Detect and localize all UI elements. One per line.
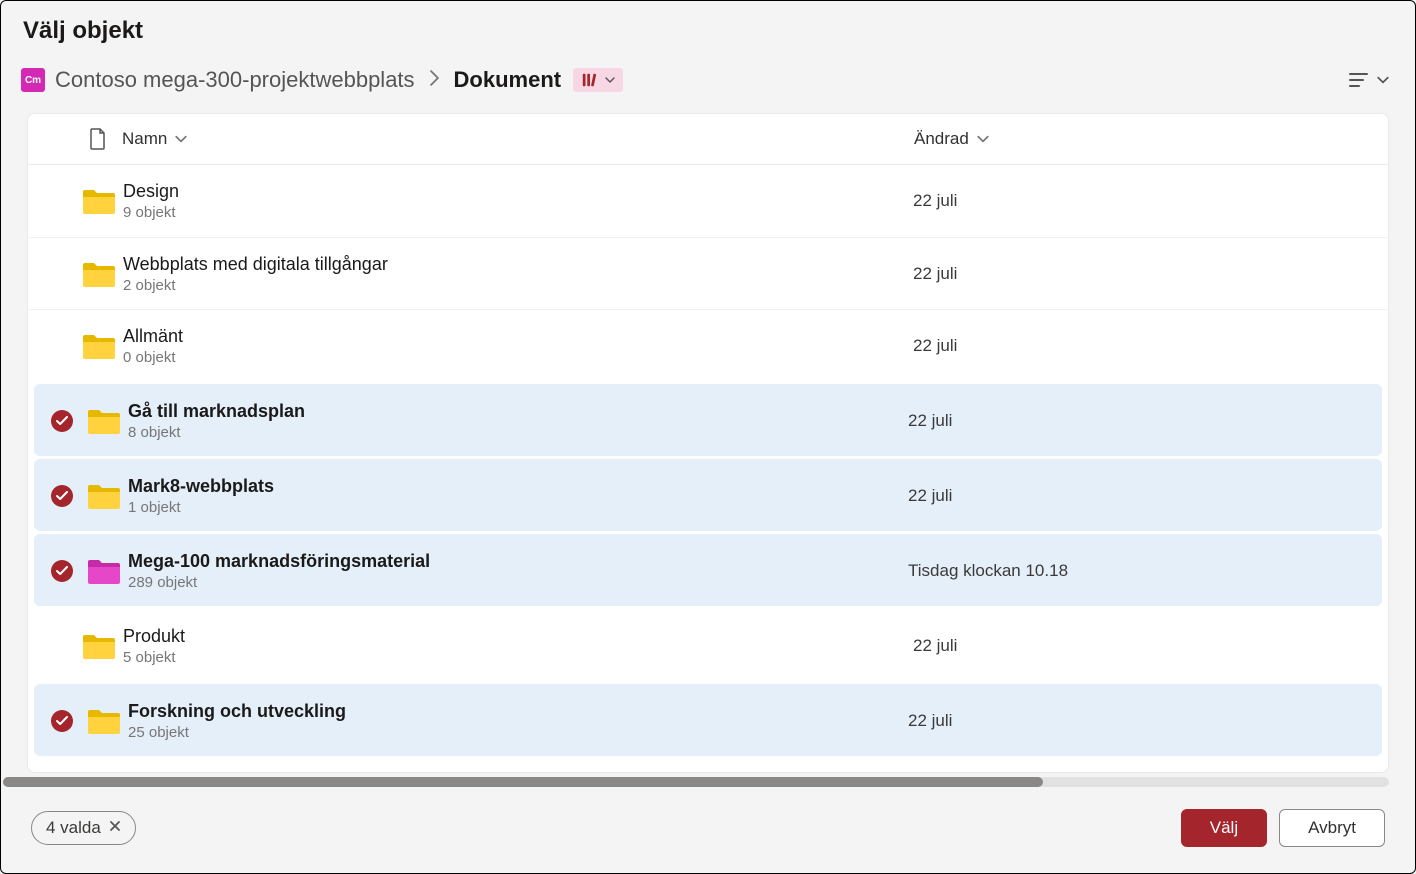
column-header-modified[interactable]: Ändrad xyxy=(914,129,1374,149)
row-name: Design xyxy=(123,181,913,202)
view-options-button[interactable] xyxy=(1343,67,1395,93)
row-name-cell[interactable]: Forskning och utveckling 25 objekt xyxy=(128,701,908,741)
clear-selection-icon[interactable] xyxy=(109,819,121,837)
library-icon xyxy=(581,71,599,89)
table-row[interactable]: Webbplats med digitala tillgångar 2 objek… xyxy=(29,237,1387,309)
row-checkbox[interactable] xyxy=(44,560,80,582)
folder-icon xyxy=(80,556,128,586)
chevron-down-icon xyxy=(175,135,187,143)
selection-count-pill[interactable]: 4 valda xyxy=(31,811,136,845)
dialog-title: Välj objekt xyxy=(1,1,1415,53)
row-modified: 22 juli xyxy=(913,636,1373,656)
row-item-count: 0 objekt xyxy=(123,349,913,366)
row-modified: Tisdag klockan 10.18 xyxy=(908,561,1368,581)
column-modified-label: Ändrad xyxy=(914,129,969,149)
row-item-count: 1 objekt xyxy=(128,499,908,516)
row-modified: 22 juli xyxy=(908,411,1368,431)
folder-icon xyxy=(80,406,128,436)
folder-icon xyxy=(80,481,128,511)
horizontal-scrollbar[interactable] xyxy=(3,777,1389,787)
table-row[interactable]: Produkt 5 objekt22 juli xyxy=(29,609,1387,681)
folder-icon xyxy=(75,631,123,661)
list-header: Namn Ändrad xyxy=(28,114,1388,165)
list-view-icon xyxy=(1349,71,1371,89)
row-item-count: 2 objekt xyxy=(123,277,913,294)
folder-icon xyxy=(75,186,123,216)
scrollbar-thumb[interactable] xyxy=(3,777,1043,787)
row-name: Produkt xyxy=(123,626,913,647)
row-item-count: 9 objekt xyxy=(123,204,913,221)
row-modified: 22 juli xyxy=(913,191,1373,211)
row-name-cell[interactable]: Webbplats med digitala tillgångar 2 objek… xyxy=(123,254,913,294)
column-header-name[interactable]: Namn xyxy=(122,129,914,149)
row-checkbox[interactable] xyxy=(44,410,80,432)
row-name-cell[interactable]: Design 9 objekt xyxy=(123,181,913,221)
table-row[interactable]: Gå till marknadsplan 8 objekt22 juli xyxy=(34,384,1382,456)
row-name-cell[interactable]: Mark8-webbplats 1 objekt xyxy=(128,476,908,516)
selected-check-icon[interactable] xyxy=(51,560,73,582)
selected-check-icon[interactable] xyxy=(51,710,73,732)
chevron-down-icon xyxy=(977,135,989,143)
chevron-down-icon xyxy=(1377,76,1389,84)
breadcrumb-site[interactable]: Contoso mega-300-projektwebbplats xyxy=(55,67,415,93)
folder-icon xyxy=(80,706,128,736)
row-name: Gå till marknadsplan xyxy=(128,401,908,422)
table-row[interactable]: Design 9 objekt22 juli xyxy=(29,165,1387,237)
dialog-footer: 4 valda Välj Avbryt xyxy=(1,787,1415,873)
column-name-label: Namn xyxy=(122,129,167,149)
table-row[interactable]: Allmänt 0 objekt22 juli xyxy=(29,309,1387,381)
row-modified: 22 juli xyxy=(908,486,1368,506)
row-modified: 22 juli xyxy=(908,711,1368,731)
row-checkbox[interactable] xyxy=(44,485,80,507)
file-list[interactable]: Namn Ändrad Design9 objekt22 juliWebbpla… xyxy=(27,113,1389,773)
folder-icon xyxy=(75,259,123,289)
selected-check-icon[interactable] xyxy=(51,485,73,507)
row-name: Allmänt xyxy=(123,326,913,347)
site-badge-icon: Cm xyxy=(21,68,45,92)
table-row[interactable]: Mark8-webbplats 1 objekt22 juli xyxy=(34,459,1382,531)
row-name: Webbplats med digitala tillgångar xyxy=(123,254,913,275)
row-name-cell[interactable]: Gå till marknadsplan 8 objekt xyxy=(128,401,908,441)
row-name-cell[interactable]: Mega-100 marknadsföringsmaterial 289 obje… xyxy=(128,551,908,591)
row-modified: 22 juli xyxy=(913,264,1373,284)
select-item-dialog: Välj objekt Cm Contoso mega-300-projektw… xyxy=(0,0,1416,874)
row-name-cell[interactable]: Allmänt 0 objekt xyxy=(123,326,913,366)
select-button[interactable]: Välj xyxy=(1181,809,1267,847)
row-item-count: 5 objekt xyxy=(123,649,913,666)
table-row[interactable]: Mega-100 marknadsföringsmaterial 289 obje… xyxy=(34,534,1382,606)
selection-count-label: 4 valda xyxy=(46,818,101,838)
row-item-count: 25 objekt xyxy=(128,724,908,741)
breadcrumb-current: Dokument xyxy=(454,67,562,93)
chevron-down-icon xyxy=(605,76,615,84)
row-modified: 22 juli xyxy=(913,336,1373,356)
file-type-icon xyxy=(89,128,107,150)
library-picker[interactable] xyxy=(573,68,623,92)
row-item-count: 8 objekt xyxy=(128,424,908,441)
folder-icon xyxy=(75,331,123,361)
cancel-button[interactable]: Avbryt xyxy=(1279,809,1385,847)
row-name: Mega-100 marknadsföringsmaterial xyxy=(128,551,908,572)
row-checkbox[interactable] xyxy=(44,710,80,732)
breadcrumb: Cm Contoso mega-300-projektwebbplats Dok… xyxy=(1,53,1415,103)
row-name: Mark8-webbplats xyxy=(128,476,908,497)
row-name-cell[interactable]: Produkt 5 objekt xyxy=(123,626,913,666)
row-name: Forskning och utveckling xyxy=(128,701,908,722)
table-row[interactable]: Forskning och utveckling 25 objekt22 juli xyxy=(34,684,1382,756)
selected-check-icon[interactable] xyxy=(51,410,73,432)
chevron-right-icon xyxy=(429,70,440,91)
row-item-count: 289 objekt xyxy=(128,574,908,591)
